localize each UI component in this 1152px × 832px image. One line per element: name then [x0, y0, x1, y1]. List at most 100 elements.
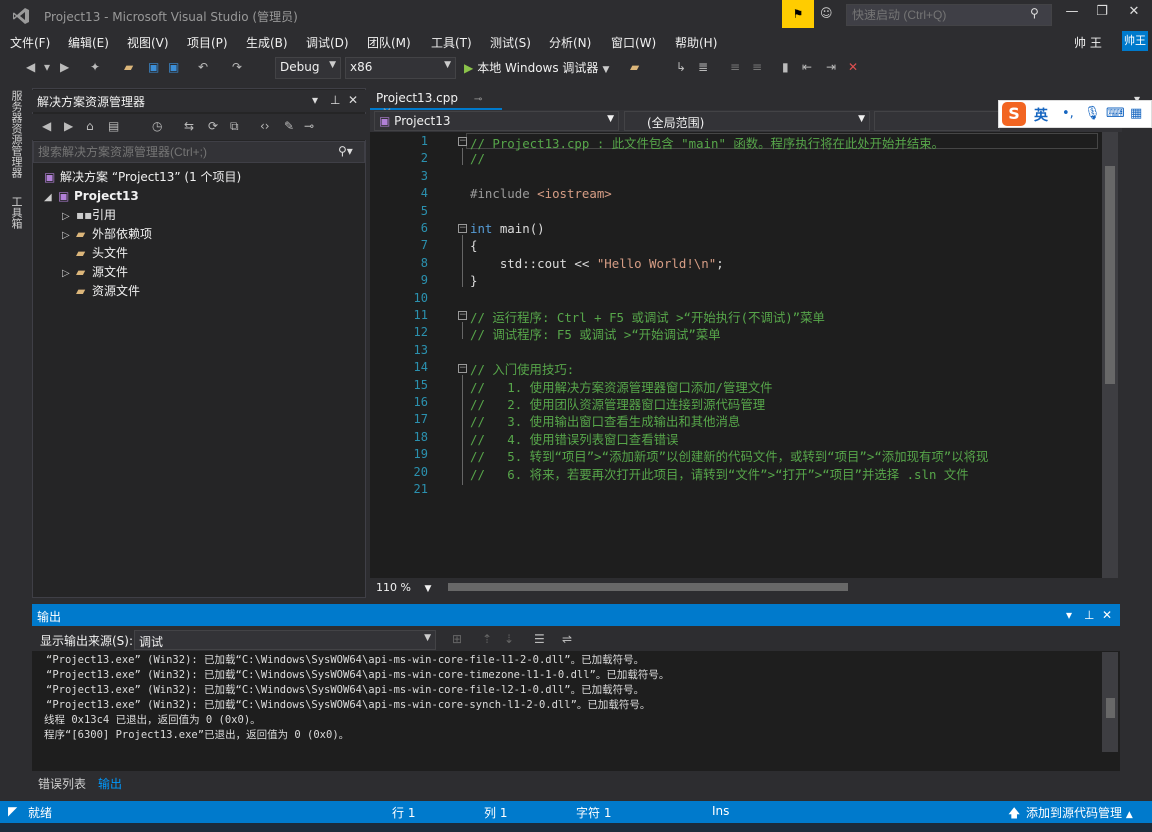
platform-select[interactable]: x86 ▼	[345, 57, 456, 79]
search-icon[interactable]: ⚲▾	[338, 144, 353, 158]
tab-output[interactable]: 输出	[98, 775, 122, 792]
preview-icon[interactable]: ⊸	[304, 119, 314, 133]
solution-search-input[interactable]	[33, 141, 365, 163]
notification-flag-icon[interactable]: ⚑	[782, 0, 814, 28]
save-icon[interactable]: ▣	[148, 60, 159, 74]
dropdown-arrow-icon[interactable]: ▾	[44, 60, 50, 74]
undo-icon[interactable]: ↶	[198, 60, 208, 74]
prev-message-icon[interactable]: ⇡	[482, 632, 492, 646]
menu-file[interactable]: 文件(F)	[10, 34, 50, 51]
forward-icon[interactable]: ▶	[64, 119, 73, 133]
solution-explorer-title: 解决方案资源管理器	[37, 95, 146, 109]
menu-edit[interactable]: 编辑(E)	[68, 34, 109, 51]
file-browse-icon[interactable]: ▰	[630, 60, 639, 74]
next-bookmark-icon[interactable]: ⇥	[826, 60, 836, 74]
minimize-button[interactable]: —	[1060, 4, 1084, 24]
refresh-icon[interactable]: ⟳	[208, 119, 218, 133]
back-icon[interactable]: ◀	[42, 119, 51, 133]
switch-views-icon[interactable]: ▤	[108, 119, 119, 133]
next-message-icon[interactable]: ⇣	[504, 632, 514, 646]
close-panel-icon[interactable]: ✕	[1102, 608, 1112, 622]
step-into-icon[interactable]: ↳	[676, 60, 686, 74]
new-project-icon[interactable]: ✦	[90, 60, 100, 74]
sync-icon[interactable]: ⇆	[184, 119, 194, 133]
code-view-icon[interactable]: ‹›	[260, 119, 270, 133]
tree-header-files-node[interactable]: ▰ 头文件	[62, 244, 128, 263]
prev-bookmark-icon[interactable]: ⇤	[802, 60, 812, 74]
navigate-forward-icon[interactable]: ▶	[60, 60, 69, 74]
microphone-icon[interactable]: 🎙	[1084, 106, 1101, 121]
collapse-icon[interactable]: −	[458, 311, 467, 320]
pending-changes-icon[interactable]: ◷	[152, 119, 162, 133]
tree-resource-files-node[interactable]: ▰ 资源文件	[62, 282, 140, 301]
panel-menu-icon[interactable]: ▾	[1066, 608, 1072, 622]
indent-icon[interactable]: ≡	[752, 60, 762, 74]
collapse-icon[interactable]: −	[458, 224, 467, 233]
tree-project-node[interactable]: ◢ ▣ Project13	[44, 187, 139, 206]
global-scope-select[interactable]: (全局范围) ▼	[624, 111, 870, 131]
zoom-level[interactable]: 110 % ▼	[376, 581, 431, 594]
ime-language-toggle[interactable]: 英	[1034, 105, 1048, 125]
output-source-select[interactable]: 调试 ▼	[134, 630, 436, 650]
tab-error-list[interactable]: 错误列表	[38, 775, 86, 792]
menu-help[interactable]: 帮助(H)	[675, 34, 717, 51]
comment-out-icon[interactable]: ≣	[698, 60, 708, 74]
menu-debug[interactable]: 调试(D)	[306, 34, 349, 51]
menu-build[interactable]: 生成(B)	[246, 34, 288, 51]
tree-solution-node[interactable]: ▣ 解决方案 “Project13” (1 个项目)	[44, 168, 241, 187]
tree-references-node[interactable]: ▷ ▪▪引用	[62, 206, 116, 225]
tree-source-files-node[interactable]: ▷ ▰ 源文件	[62, 263, 128, 282]
clear-bookmarks-icon[interactable]: ✕	[848, 60, 858, 74]
home-icon[interactable]: ⌂	[86, 119, 94, 133]
uncomment-icon[interactable]: ≡	[730, 60, 740, 74]
member-select[interactable]	[874, 111, 1000, 131]
find-message-icon[interactable]: ⊞	[452, 632, 462, 646]
bookmark-icon[interactable]: ▮	[782, 60, 789, 74]
open-file-icon[interactable]: ▰	[124, 60, 133, 74]
tree-external-deps-node[interactable]: ▷ ▰ 外部依赖项	[62, 225, 152, 244]
quick-launch-input[interactable]	[846, 4, 1052, 26]
collapse-all-icon[interactable]: ⧉	[230, 119, 239, 134]
search-icon[interactable]: ⚲	[1030, 6, 1039, 20]
editor-hscroll-thumb[interactable]	[448, 583, 848, 591]
menu-test[interactable]: 测试(S)	[490, 34, 531, 51]
pin-tab-icon[interactable]: ⊸	[474, 94, 482, 105]
menu-view[interactable]: 视图(V)	[127, 34, 169, 51]
output-scroll-thumb[interactable]	[1106, 698, 1115, 718]
clear-all-icon[interactable]: ☰	[534, 632, 545, 646]
keyboard-icon[interactable]: ⌨	[1106, 106, 1125, 121]
pin-icon[interactable]: ⊥	[1084, 608, 1094, 622]
save-all-icon[interactable]: ▣	[168, 60, 179, 74]
collapse-icon[interactable]: −	[458, 364, 467, 373]
project-scope-select[interactable]: ▣ Project13 ▼	[374, 111, 619, 131]
tab-project13-cpp[interactable]: Project13.cpp ⊸ ✕	[370, 88, 502, 119]
user-avatar[interactable]: 帅王	[1122, 31, 1148, 51]
sogou-logo-icon[interactable]: S	[1002, 102, 1026, 126]
toolbox-grid-icon[interactable]: ▦	[1130, 106, 1142, 121]
menu-analyze[interactable]: 分析(N)	[549, 34, 591, 51]
collapse-icon[interactable]: −	[458, 137, 467, 146]
panel-menu-icon[interactable]: ▾	[312, 93, 318, 107]
add-to-source-control-button[interactable]: 添加到源代码管理 ▲	[1026, 804, 1133, 821]
menu-team[interactable]: 团队(M)	[367, 34, 411, 51]
navigate-back-icon[interactable]: ◀	[26, 60, 35, 74]
editor-scroll-thumb[interactable]	[1105, 166, 1115, 384]
punctuation-icon[interactable]: •,	[1062, 106, 1074, 121]
maximize-button[interactable]: ❐	[1090, 4, 1114, 24]
feedback-icon[interactable]: ☺	[820, 6, 838, 24]
word-wrap-icon[interactable]: ⇌	[562, 632, 572, 646]
menu-project[interactable]: 项目(P)	[187, 34, 228, 51]
solution-config-select[interactable]: Debug ▼	[275, 57, 341, 79]
user-name[interactable]: 帅 王	[1074, 34, 1102, 51]
redo-icon[interactable]: ↷	[232, 60, 242, 74]
menu-tools[interactable]: 工具(T)	[431, 34, 472, 51]
pin-icon[interactable]: ⊥	[330, 93, 340, 107]
server-explorer-tab[interactable]: 服务器资源管理器	[8, 90, 24, 178]
upload-icon[interactable]: 🡅	[1008, 804, 1020, 825]
close-panel-icon[interactable]: ✕	[348, 93, 358, 107]
toolbox-tab[interactable]: 工具箱	[8, 196, 24, 229]
close-button[interactable]: ✕	[1122, 4, 1146, 24]
menu-window[interactable]: 窗口(W)	[611, 34, 656, 51]
properties-wrench-icon[interactable]: ✎	[284, 119, 294, 133]
start-debugging-button[interactable]: ▶ 本地 Windows 调试器 ▼	[464, 59, 609, 76]
